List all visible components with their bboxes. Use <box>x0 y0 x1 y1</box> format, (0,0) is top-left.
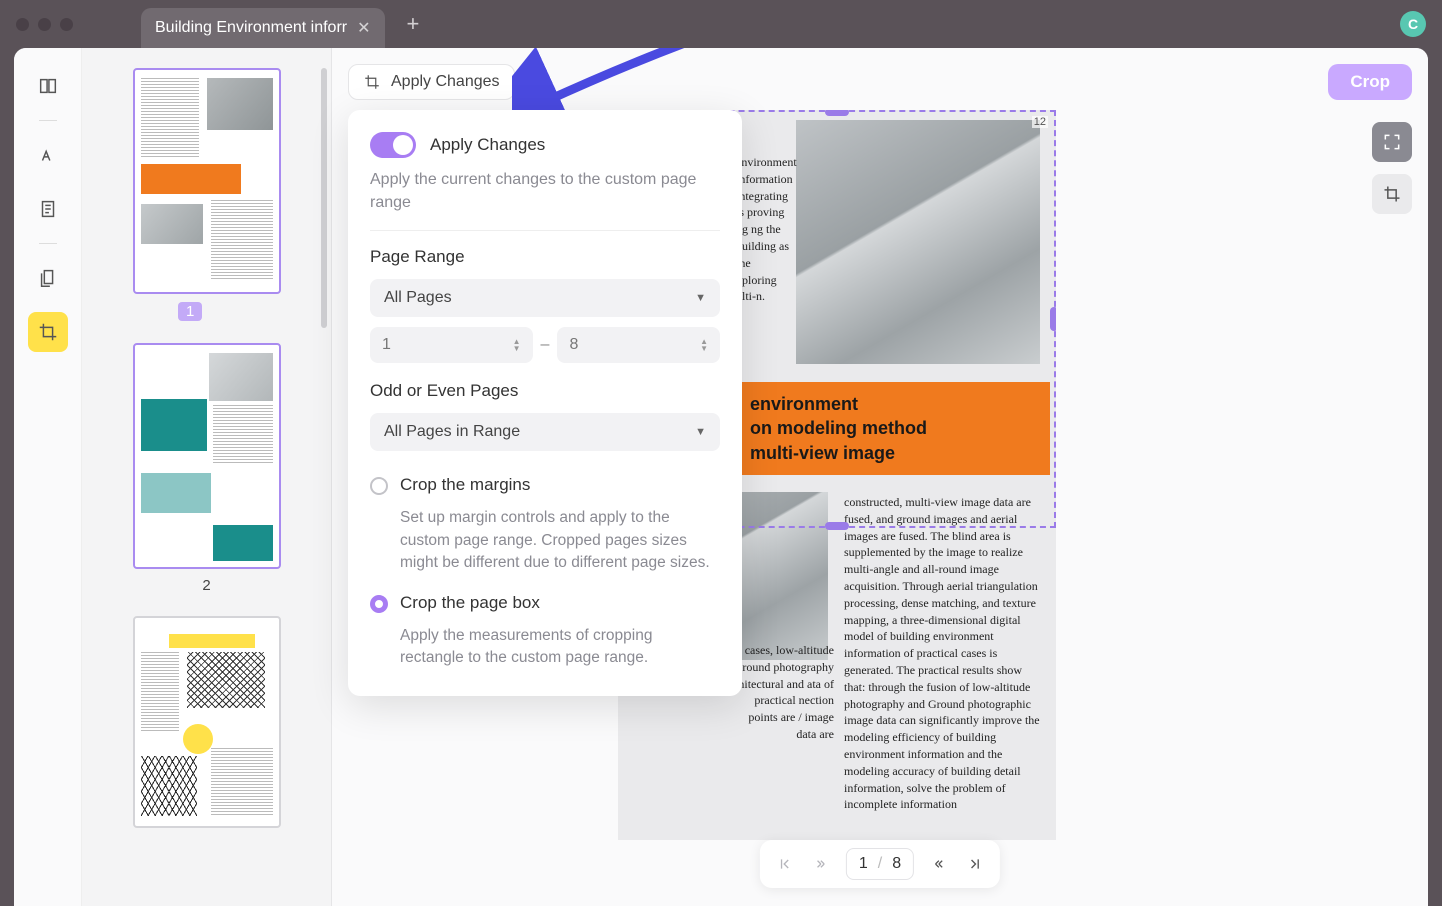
radio-icon <box>370 477 388 495</box>
thumb-number-2: 2 <box>114 577 299 594</box>
thumbnail-panel: 1 2 <box>82 48 332 906</box>
first-page-button[interactable] <box>774 853 796 875</box>
new-tab-button[interactable]: + <box>407 11 420 37</box>
stage: Apply Changes Crop 12 environment inform… <box>332 48 1428 906</box>
page-indicator[interactable]: 1 / 8 <box>846 848 914 880</box>
titlebar: Building Environment inforr ✕ + C <box>0 0 1442 48</box>
rail-notes-icon[interactable] <box>28 189 68 229</box>
doc-body-right: constructed, multi-view image data are f… <box>844 494 1042 813</box>
range-to-input[interactable]: 8 ▲▼ <box>557 327 720 363</box>
document-tab[interactable]: Building Environment inforr ✕ <box>141 8 385 48</box>
page-thumbnail-2[interactable] <box>133 343 281 569</box>
radio-icon <box>370 595 388 613</box>
crop-icon <box>363 73 381 91</box>
crop-margins-option[interactable]: Crop the margins <box>370 475 720 501</box>
fullscreen-icon[interactable] <box>1372 122 1412 162</box>
apply-changes-button[interactable]: Apply Changes <box>348 64 515 100</box>
crop-button[interactable]: Crop <box>1328 64 1412 100</box>
rail-divider <box>39 120 57 121</box>
last-page-button[interactable] <box>964 853 986 875</box>
current-page: 1 <box>859 855 868 873</box>
crop-dimension: 12 <box>1032 116 1048 128</box>
crop-handle-right[interactable] <box>1050 307 1056 331</box>
stepper-icon[interactable]: ▲▼ <box>700 338 708 352</box>
page-navigator: 1 / 8 <box>760 840 1000 888</box>
user-avatar[interactable]: C <box>1400 11 1426 37</box>
next-page-button[interactable] <box>928 853 950 875</box>
odd-even-label: Odd or Even Pages <box>370 381 720 401</box>
page-thumbnail-3[interactable] <box>133 616 281 828</box>
panel-desc: Apply the current changes to the custom … <box>370 168 720 214</box>
range-from-input[interactable]: 1 ▲▼ <box>370 327 533 363</box>
panel-title: Apply Changes <box>430 135 545 155</box>
prev-page-button[interactable] <box>810 853 832 875</box>
doc-body-left: d cases, low-altitude round photography … <box>734 642 834 743</box>
close-tab-icon[interactable]: ✕ <box>357 18 370 38</box>
minimize-window-icon[interactable] <box>38 18 51 31</box>
rail-highlighter-icon[interactable] <box>28 135 68 175</box>
rail-divider <box>39 243 57 244</box>
apply-changes-panel: Apply Changes Apply the current changes … <box>348 110 742 696</box>
maximize-window-icon[interactable] <box>60 18 73 31</box>
page-range-label: Page Range <box>370 247 720 267</box>
rail-pages-icon[interactable] <box>28 258 68 298</box>
crop-box-desc: Apply the measurements of cropping recta… <box>400 625 720 670</box>
crop-tools <box>1372 122 1412 214</box>
apply-changes-label: Apply Changes <box>391 73 500 91</box>
annotation-arrow <box>512 48 772 118</box>
tool-rail <box>14 48 82 906</box>
apply-changes-toggle[interactable] <box>370 132 416 158</box>
crop-tool-icon[interactable] <box>1372 174 1412 214</box>
window-controls <box>16 18 73 31</box>
panel-divider <box>370 230 720 231</box>
crop-page-box-option[interactable]: Crop the page box <box>370 593 720 619</box>
range-separator: – <box>541 336 550 354</box>
rail-crop-icon[interactable] <box>28 312 68 352</box>
tab-title: Building Environment inforr <box>155 19 347 37</box>
thumb-number-1: 1 <box>178 302 202 321</box>
close-window-icon[interactable] <box>16 18 29 31</box>
chevron-down-icon: ▼ <box>695 292 706 304</box>
total-pages: 8 <box>892 855 901 873</box>
page-range-select[interactable]: All Pages ▼ <box>370 279 720 317</box>
stepper-icon[interactable]: ▲▼ <box>513 338 521 352</box>
app-window: 1 2 Apply Changes <box>14 48 1428 906</box>
odd-even-select[interactable]: All Pages in Range ▼ <box>370 413 720 451</box>
rail-reader-icon[interactable] <box>28 66 68 106</box>
crop-margins-desc: Set up margin controls and apply to the … <box>400 507 720 574</box>
page-thumbnail-1[interactable] <box>133 68 281 294</box>
chevron-down-icon: ▼ <box>695 426 706 438</box>
